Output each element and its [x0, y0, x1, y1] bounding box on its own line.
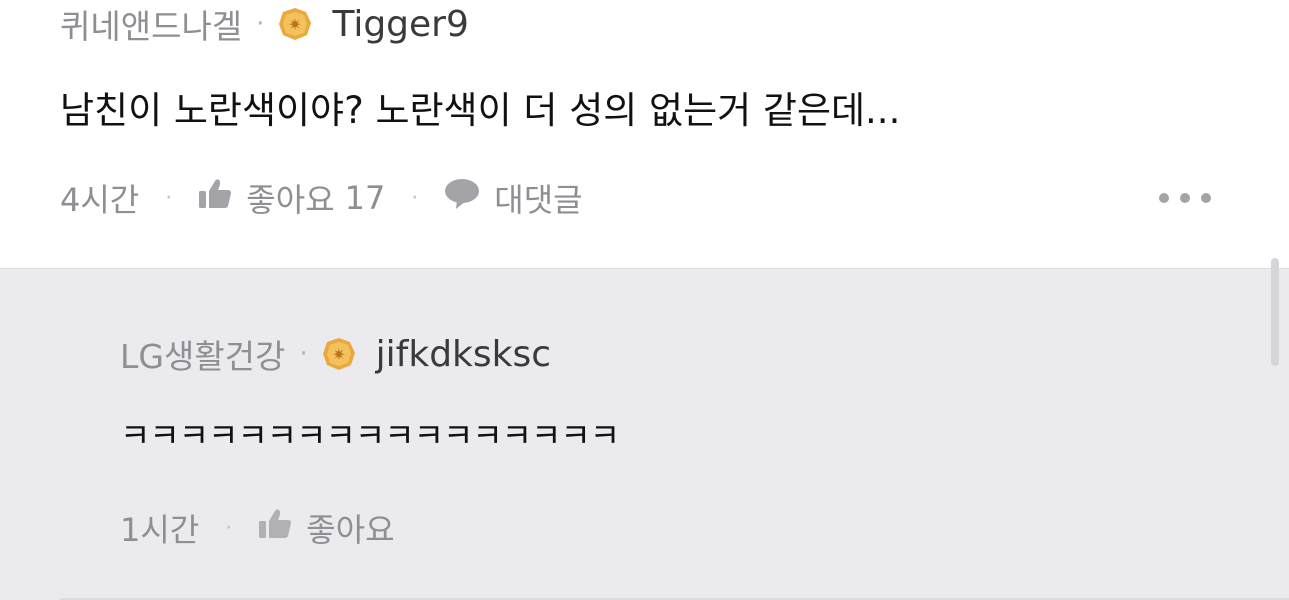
reply-button[interactable]: 대댓글	[444, 175, 583, 221]
reply-author-line: LG생활건강 · ✷ jifkdksksс	[120, 330, 551, 378]
separator-dot: ·	[256, 9, 265, 39]
svg-text:✷: ✷	[332, 345, 345, 364]
reply-card: LG생활건강 · ✷ jifkdksksс ㅋㅋㅋㅋㅋㅋㅋㅋㅋㅋㅋㅋㅋㅋㅋㅋㅋ …	[0, 268, 1289, 600]
like-label: 좋아요	[306, 511, 395, 549]
comment-text: 남친이 노란색이야? 노란색이 더 성의 없는거 같은데...	[60, 89, 901, 132]
reply-footer: 1시간 · 좋아요	[120, 506, 395, 550]
thumbs-up-icon	[198, 178, 232, 218]
comment-author-line: 퀴네앤드나겔 · ✷ Tigger9	[60, 0, 469, 48]
company-name[interactable]: LG생활건강	[120, 330, 285, 378]
speech-bubble-icon	[444, 178, 480, 218]
gold-badge-icon: ✷	[278, 7, 312, 41]
separator-dot: ·	[225, 515, 233, 541]
thumbs-up-icon	[258, 508, 292, 548]
like-label: 좋아요	[246, 181, 335, 219]
author-nickname[interactable]: jifkdksksс	[376, 334, 551, 375]
reply-text: ㅋㅋㅋㅋㅋㅋㅋㅋㅋㅋㅋㅋㅋㅋㅋㅋㅋ	[120, 416, 620, 455]
comment-card: 퀴네앤드나겔 · ✷ Tigger9 남친이 노란색이야? 노란색이 더 성의 …	[0, 0, 1289, 268]
comment-footer: 4시간 · 좋아요 17 · 대댓글	[60, 176, 583, 220]
more-dot	[1180, 193, 1190, 203]
reply-label: 대댓글	[494, 181, 583, 219]
separator-dot: ·	[165, 185, 173, 211]
like-button[interactable]: 좋아요 17	[198, 175, 385, 221]
more-dot	[1159, 193, 1169, 203]
comment-time: 4시간	[60, 181, 140, 219]
separator-dot: ·	[411, 185, 419, 211]
more-dots-icon[interactable]	[1159, 186, 1211, 210]
reply-time: 1시간	[120, 511, 200, 549]
scrollbar[interactable]	[1271, 258, 1279, 366]
like-button[interactable]: 좋아요	[258, 505, 395, 551]
like-count: 17	[344, 179, 386, 217]
more-dot	[1201, 193, 1211, 203]
svg-text:✷: ✷	[289, 15, 302, 34]
author-nickname[interactable]: Tigger9	[332, 4, 468, 45]
company-name[interactable]: 퀴네앤드나겔	[60, 0, 242, 48]
separator-dot: ·	[299, 339, 308, 369]
gold-badge-icon: ✷	[322, 337, 356, 371]
